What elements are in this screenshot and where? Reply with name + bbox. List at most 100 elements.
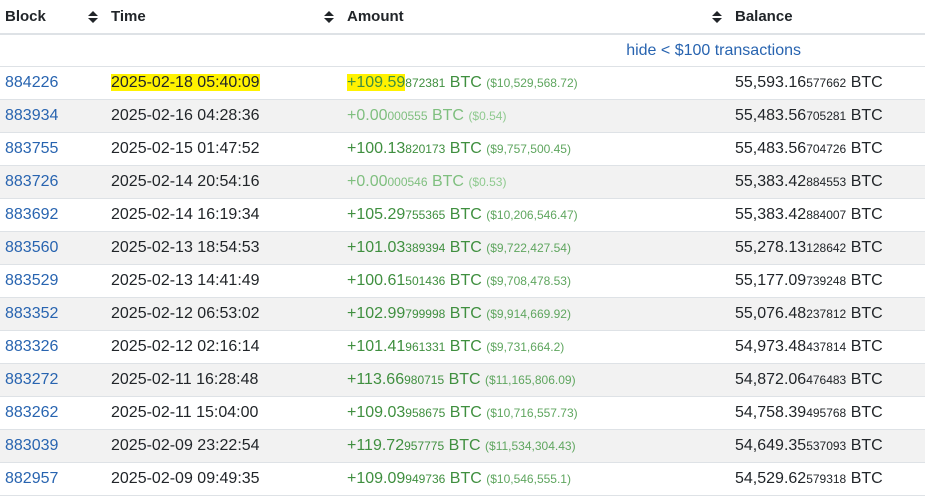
amount-unit: BTC: [448, 371, 481, 388]
block-cell: 883039: [0, 429, 101, 463]
amount-main: +100.61: [347, 272, 406, 289]
block-link[interactable]: 883529: [5, 272, 58, 289]
sort-icon[interactable]: [323, 10, 335, 24]
block-cell: 883262: [0, 396, 101, 430]
balance-fraction: 739248: [806, 274, 847, 288]
table-row: 883352 2025-02-12 06:53:02 +102.99799998 B…: [0, 297, 925, 331]
balance-fraction: 884007: [806, 208, 847, 222]
balance-unit: BTC: [850, 74, 883, 91]
amount-cell: +109.03958675 BTC ($10,716,557.73): [337, 396, 725, 430]
block-link[interactable]: 883262: [5, 404, 58, 421]
amount-main: +0.00: [347, 107, 388, 124]
balance-unit: BTC: [850, 173, 883, 190]
amount-fraction: 000546: [387, 175, 428, 189]
amount-main: +105.29: [347, 206, 406, 223]
block-cell: 884226: [0, 66, 101, 100]
amount-cell: +0.00000546 BTC ($0.53): [337, 165, 725, 199]
time-value: 2025-02-11 15:04:00: [111, 404, 259, 421]
amount-usd: ($0.54): [468, 109, 507, 123]
sort-icon[interactable]: [711, 10, 723, 24]
table-row: 883272 2025-02-11 16:28:48 +113.66980715 B…: [0, 363, 925, 397]
balance-cell: 54,649.35537093 BTC: [725, 429, 925, 463]
block-link[interactable]: 883934: [5, 107, 58, 124]
column-header-time[interactable]: Time: [101, 0, 337, 35]
filter-row: hide < $100 transactions: [0, 34, 925, 67]
time-value: 2025-02-14 20:54:16: [111, 173, 260, 190]
block-link[interactable]: 883755: [5, 140, 58, 157]
hide-small-transactions-link[interactable]: hide < $100 transactions: [0, 42, 925, 60]
balance-cell: 55,383.42884007 BTC: [725, 198, 925, 232]
balance-fraction: 705281: [806, 109, 847, 123]
amount-usd: ($11,534,304.43): [485, 439, 576, 453]
amount-fraction: 949736: [405, 472, 446, 486]
balance-unit: BTC: [850, 206, 883, 223]
balance-fraction: 537093: [806, 439, 847, 453]
amount-usd: ($9,708,478.53): [486, 274, 571, 288]
block-link[interactable]: 882957: [5, 470, 58, 487]
balance-fraction: 237812: [806, 307, 847, 321]
balance-cell: 54,872.06476483 BTC: [725, 363, 925, 397]
time-cell: 2025-02-12 02:16:14: [101, 330, 337, 364]
balance-unit: BTC: [850, 437, 883, 454]
table-row: 883326 2025-02-12 02:16:14 +101.41961331 B…: [0, 330, 925, 364]
block-link[interactable]: 883039: [5, 437, 58, 454]
block-cell: 883352: [0, 297, 101, 331]
block-cell: 883726: [0, 165, 101, 199]
amount-usd: ($10,529,568.72): [486, 76, 578, 90]
amount-cell: +109.59872381 BTC ($10,529,568.72): [337, 66, 725, 100]
amount-main: +113.66: [347, 371, 405, 388]
amount-usd: ($11,165,806.09): [485, 373, 576, 387]
amount-cell: +109.09949736 BTC ($10,546,555.1): [337, 462, 725, 496]
block-link[interactable]: 883560: [5, 239, 58, 256]
amount-cell: +100.13820173 BTC ($9,757,500.45): [337, 132, 725, 166]
amount-unit: BTC: [449, 305, 482, 322]
time-cell: 2025-02-12 06:53:02: [101, 297, 337, 331]
balance-main: 54,649.35: [735, 437, 807, 454]
time-cell: 2025-02-18 05:40:09: [101, 66, 337, 100]
sort-icon[interactable]: [87, 10, 99, 24]
block-link[interactable]: 883272: [5, 371, 58, 388]
column-header-balance[interactable]: Balance: [725, 0, 925, 35]
amount-fraction: 980715: [404, 373, 445, 387]
balance-cell: 54,973.48437814 BTC: [725, 330, 925, 364]
amount-unit: BTC: [449, 338, 482, 355]
balance-cell: 55,278.13128642 BTC: [725, 231, 925, 265]
balance-fraction: 704726: [806, 142, 847, 156]
column-header-block[interactable]: Block: [0, 0, 101, 35]
time-cell: 2025-02-13 14:41:49: [101, 264, 337, 298]
block-link[interactable]: 883692: [5, 206, 58, 223]
column-header-label: Amount: [347, 8, 404, 25]
time-cell: 2025-02-14 20:54:16: [101, 165, 337, 199]
balance-main: 55,278.13: [735, 239, 807, 256]
balance-main: 55,483.56: [735, 107, 807, 124]
balance-unit: BTC: [850, 239, 883, 256]
time-cell: 2025-02-09 23:22:54: [101, 429, 337, 463]
time-cell: 2025-02-16 04:28:36: [101, 99, 337, 133]
amount-main: +100.13: [347, 140, 406, 157]
balance-fraction: 884553: [806, 175, 847, 189]
amount-usd: ($9,757,500.45): [486, 142, 571, 156]
amount-usd: ($10,546,555.1): [486, 472, 571, 486]
block-link[interactable]: 883352: [5, 305, 58, 322]
time-value: 2025-02-12 06:53:02: [111, 305, 260, 322]
block-link[interactable]: 883726: [5, 173, 58, 190]
amount-unit: BTC: [449, 272, 482, 289]
block-cell: 883272: [0, 363, 101, 397]
amount-cell: +101.03389394 BTC ($9,722,427.54): [337, 231, 725, 265]
amount-cell: +105.29755365 BTC ($10,206,546.47): [337, 198, 725, 232]
column-header-label: Block: [5, 8, 46, 25]
amount-cell: +101.41961331 BTC ($9,731,664.2): [337, 330, 725, 364]
table-row: 883529 2025-02-13 14:41:49 +100.61501436 B…: [0, 264, 925, 298]
time-cell: 2025-02-13 18:54:53: [101, 231, 337, 265]
column-header-amount[interactable]: Amount: [337, 0, 725, 35]
amount-usd: ($10,206,546.47): [486, 208, 578, 222]
amount-fraction: 958675: [405, 406, 446, 420]
amount-fraction: 799998: [405, 307, 446, 321]
amount-unit: BTC: [449, 470, 482, 487]
balance-unit: BTC: [850, 338, 883, 355]
amount-usd: ($10,716,557.73): [486, 406, 578, 420]
block-cell: 883692: [0, 198, 101, 232]
block-link[interactable]: 883326: [5, 338, 58, 355]
block-link[interactable]: 884226: [5, 74, 58, 91]
table-row: 883262 2025-02-11 15:04:00 +109.03958675 B…: [0, 396, 925, 430]
